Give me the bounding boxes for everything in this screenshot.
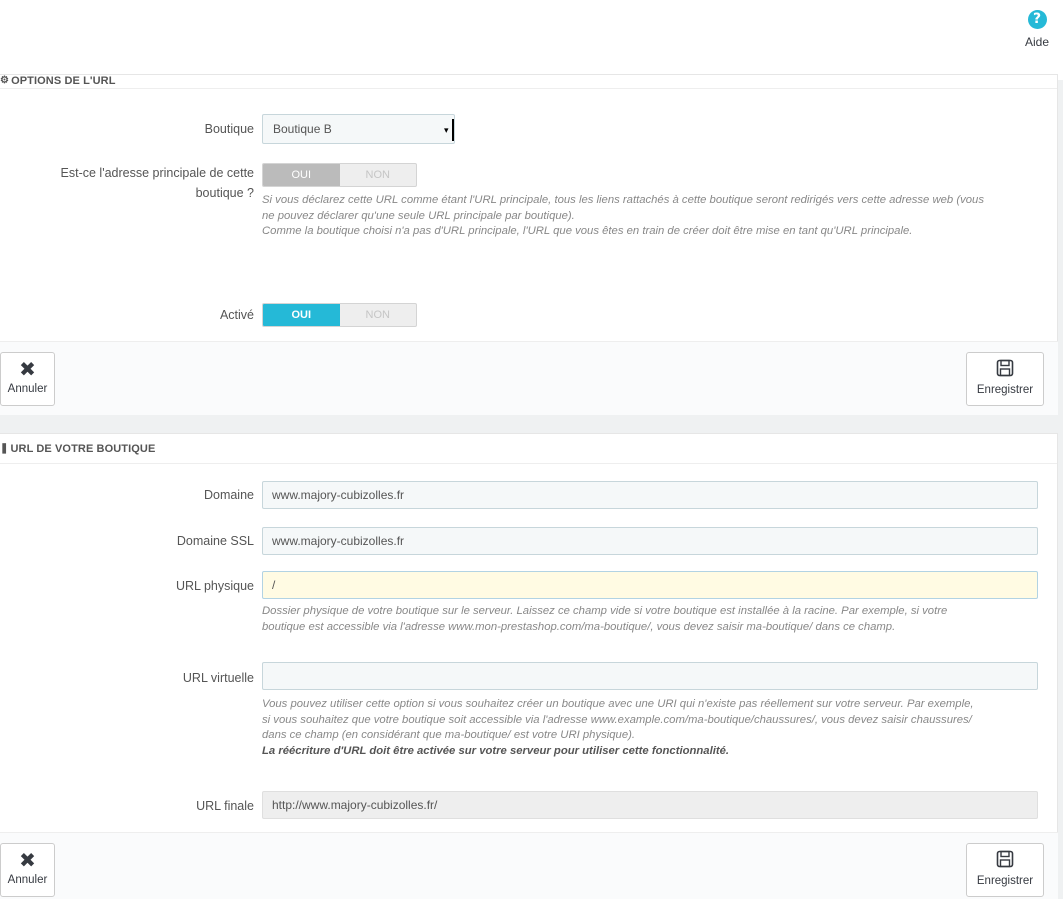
- final-url-label: URL finale: [196, 799, 254, 813]
- physical-url-label: URL physique: [175, 579, 254, 593]
- final-url-field: http://www.majory-cubizolles.fr/: [262, 791, 1038, 819]
- cancel-label-2: Annuler: [7, 874, 48, 886]
- shop-url-title: URL DE VOTRE BOUTIQUE: [10, 442, 156, 455]
- virtual-help-bold: La réécriture d'URL doit être activée su…: [262, 744, 730, 757]
- chevron-down-icon: ▾: [444, 119, 454, 141]
- help-label: Aide: [1024, 35, 1050, 49]
- main-url-help-line1: Si vous déclarez cette URL comme étant l…: [262, 194, 984, 206]
- url-options-panel: ⚙ OPTIONS DE L'URL Boutique Boutique B ▾…: [0, 74, 1058, 415]
- save-button[interactable]: Enregistrer: [966, 352, 1044, 406]
- main-url-no[interactable]: NON: [340, 164, 417, 186]
- virtual-help-line3: dans ce champ (en considérant que ma-bou…: [262, 729, 636, 742]
- main-url-help-line3: Comme la boutique choisi n'a pas d'URL p…: [262, 225, 913, 238]
- help-icon: ?: [1027, 10, 1047, 29]
- virtual-url-label: URL virtuelle: [182, 671, 254, 685]
- shop-url-footer: ✖ Annuler Enregistrer: [0, 832, 1058, 899]
- shop-url-heading: ❚ URL DE VOTRE BOUTIQUE: [0, 434, 1057, 464]
- active-no[interactable]: NON: [340, 304, 417, 326]
- tag-icon: ❚: [0, 443, 9, 454]
- main-url-label-line1: Est-ce l'adresse principale de cette: [60, 166, 254, 180]
- save-button-2[interactable]: Enregistrer: [966, 843, 1044, 897]
- physical-url-help: Dossier physique de votre boutique sur l…: [262, 604, 1042, 635]
- url-options-heading: ⚙ OPTIONS DE L'URL: [0, 75, 1057, 89]
- url-options-title: OPTIONS DE L'URL: [11, 75, 116, 87]
- shop-url-panel: ❚ URL DE VOTRE BOUTIQUE Domaine www.majo…: [0, 433, 1058, 899]
- cancel-button-2[interactable]: ✖ Annuler: [0, 843, 55, 897]
- ssl-domain-field[interactable]: www.majory-cubizolles.fr: [262, 527, 1038, 555]
- virtual-help-line2: si vous souhaitez que votre boutique soi…: [262, 713, 972, 726]
- url-options-footer: ✖ Annuler Enregistrer: [0, 341, 1058, 415]
- close-icon: ✖: [19, 850, 36, 872]
- physical-help-line1: Dossier physique de votre boutique sur l…: [262, 605, 948, 617]
- close-icon: ✖: [19, 359, 36, 381]
- shop-label: Boutique: [204, 122, 254, 136]
- domain-label: Domaine: [203, 488, 254, 502]
- active-switch[interactable]: OUI NON: [262, 303, 417, 327]
- physical-url-field[interactable]: /: [262, 571, 1038, 599]
- virtual-url-field[interactable]: [262, 662, 1038, 690]
- save-label: Enregistrer: [976, 384, 1034, 396]
- save-label-2: Enregistrer: [976, 875, 1034, 887]
- cancel-button[interactable]: ✖ Annuler: [0, 352, 55, 406]
- floppy-disk-icon: [967, 359, 1043, 382]
- physical-help-line2: boutique est accessible via l'adresse ww…: [262, 620, 896, 633]
- virtual-help-line1: Vous pouvez utiliser cette option si vou…: [262, 698, 974, 710]
- shop-select[interactable]: Boutique B ▾: [262, 114, 455, 144]
- domain-field[interactable]: www.majory-cubizolles.fr: [262, 481, 1038, 509]
- top-bar: ? Aide: [0, 0, 1063, 80]
- main-url-yes[interactable]: OUI: [263, 164, 340, 186]
- main-url-help: Si vous déclarez cette URL comme étant l…: [262, 193, 1052, 240]
- active-yes[interactable]: OUI: [263, 304, 340, 326]
- virtual-url-help: Vous pouvez utiliser cette option si vou…: [262, 697, 1047, 759]
- cogs-icon: ⚙: [0, 75, 10, 86]
- main-url-label-line2: boutique ?: [195, 186, 254, 200]
- floppy-disk-icon: [967, 850, 1043, 873]
- ssl-domain-label: Domaine SSL: [176, 534, 254, 548]
- help-button[interactable]: ? Aide: [1017, 10, 1057, 60]
- cancel-label: Annuler: [7, 383, 48, 395]
- active-label: Activé: [219, 308, 254, 322]
- main-url-help-line2: ne pouvez déclarer qu'une seule URL prin…: [262, 209, 575, 222]
- shop-select-value: Boutique B: [273, 122, 332, 136]
- main-url-switch[interactable]: OUI NON: [262, 163, 417, 187]
- main-url-label: Est-ce l'adresse principale de cette bou…: [0, 163, 254, 203]
